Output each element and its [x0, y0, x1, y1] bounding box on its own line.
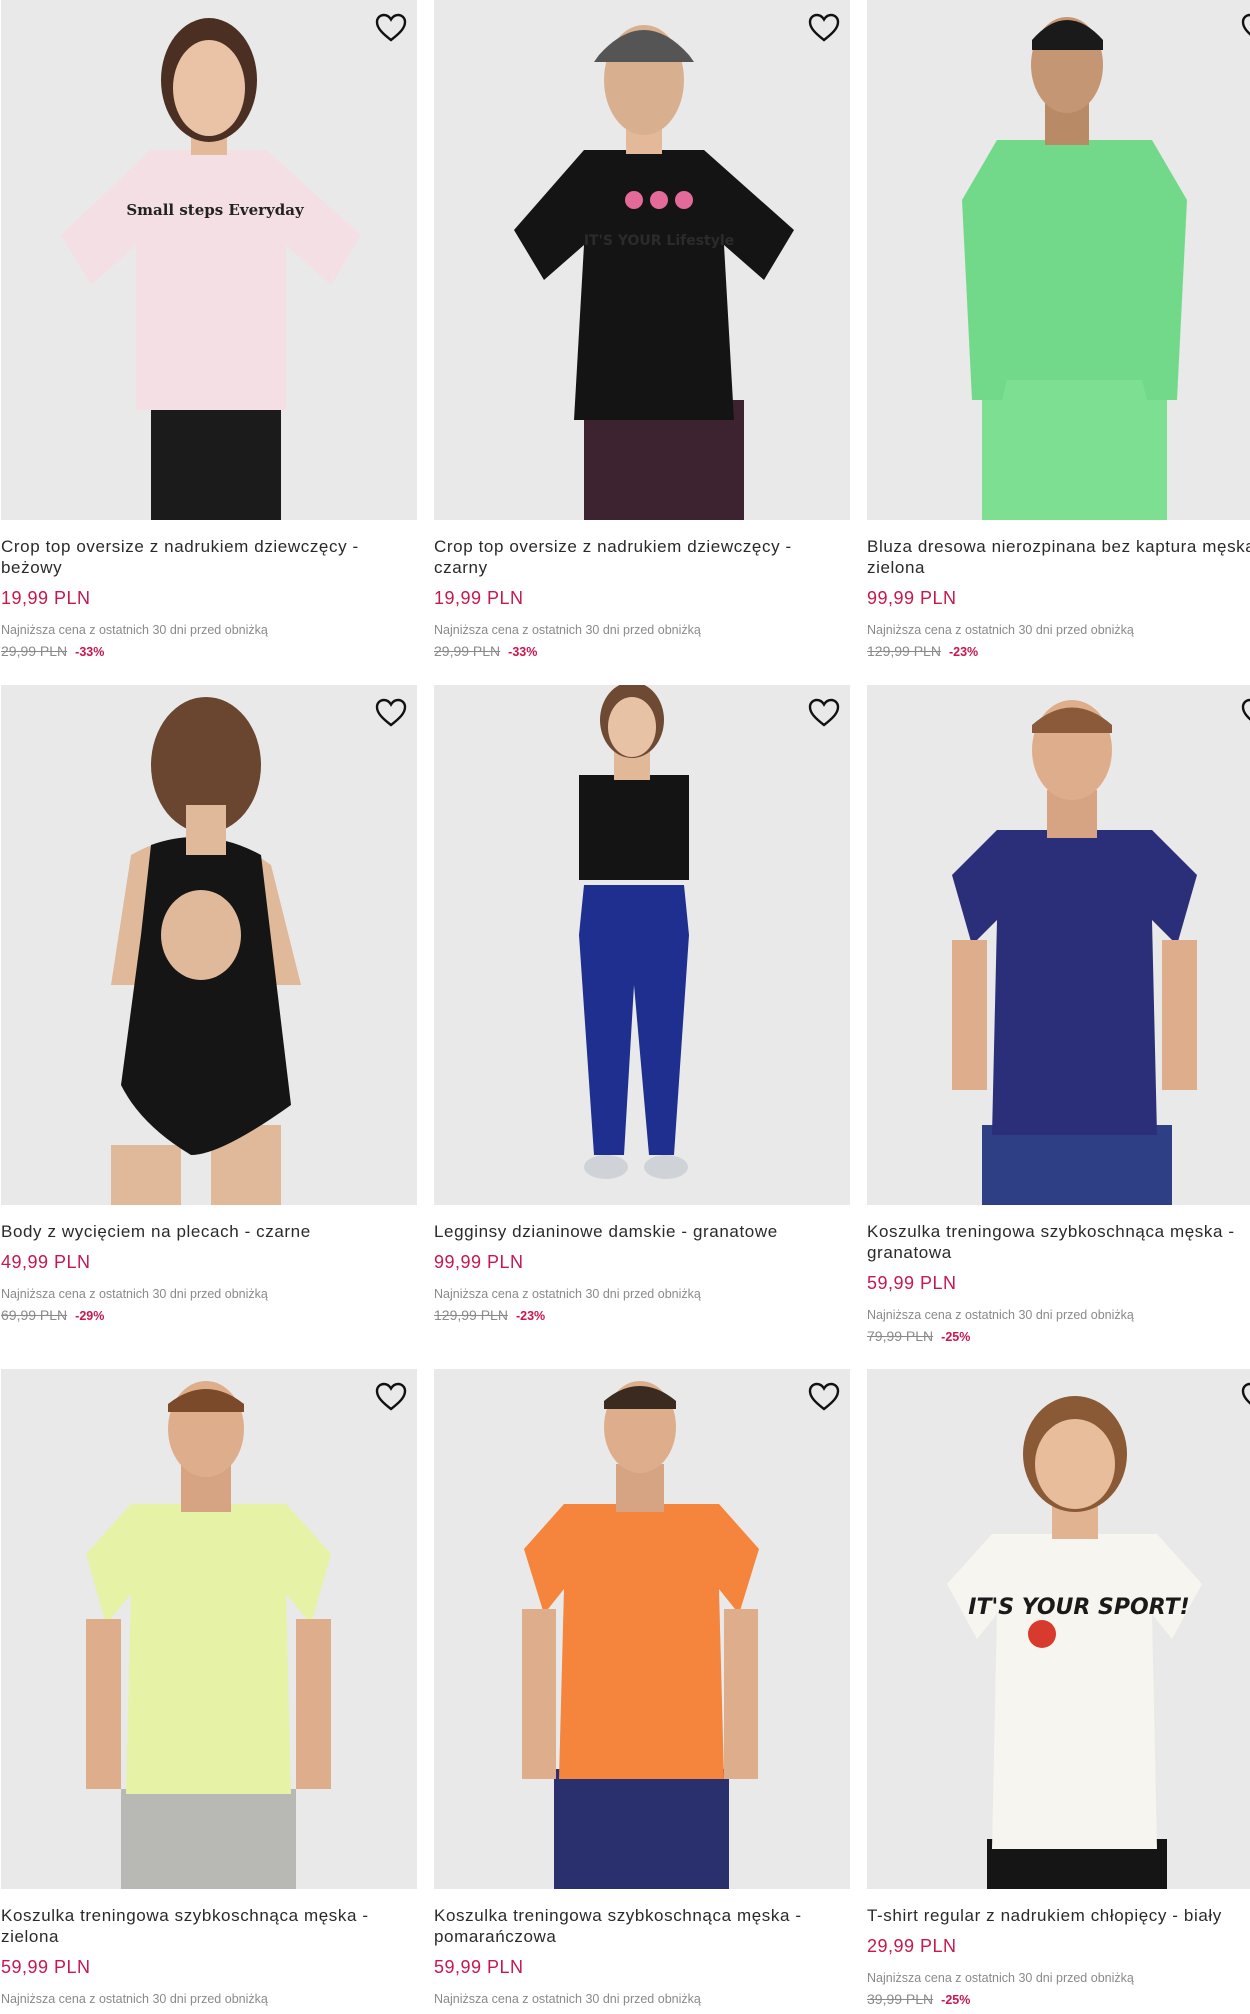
product-photo-man-orange-tshirt — [522, 1381, 759, 1889]
product-photo-woman-navy-leggings — [579, 685, 689, 1179]
product-card[interactable]: Koszulka treningowa szybkoschnąca męska … — [867, 685, 1250, 1346]
lowest-price-label: Najniższa cena z ostatnich 30 dni przed … — [434, 623, 701, 637]
product-name[interactable]: Koszulka treningowa szybkoschnąca męska … — [1, 1905, 417, 1947]
favorite-heart-icon[interactable] — [1239, 10, 1250, 46]
product-photo-woman-black-body — [111, 697, 301, 1205]
previous-price-row: 129,99 PLN -23% — [867, 642, 1250, 661]
product-price: 19,99 PLN — [434, 588, 524, 608]
product-card[interactable]: Body z wycięciem na plecach - czarne 49,… — [1, 685, 417, 1325]
product-card[interactable]: Bluza dresowa nierozpinana bez kaptura m… — [867, 0, 1250, 661]
old-price: 69,99 PLN — [1, 1307, 68, 1323]
discount-badge: -33% — [508, 645, 538, 659]
product-name[interactable]: Koszulka treningowa szybkoschnąca męska … — [434, 1905, 850, 1947]
product-photo-man-navy-tshirt — [952, 700, 1197, 1205]
previous-price-row: 79,99 PLN -25% — [867, 1327, 1250, 1346]
previous-price-row: 29,99 PLN -33% — [1, 642, 417, 661]
old-price: 79,99 PLN — [867, 1328, 934, 1344]
favorite-heart-icon[interactable] — [806, 1379, 842, 1415]
lowest-price-label: Najniższa cena z ostatnich 30 dni przed … — [867, 623, 1134, 637]
product-name[interactable]: T-shirt regular z nadrukiem chłopięcy - … — [867, 1905, 1250, 1926]
previous-price-row: 39,99 PLN -25% — [867, 1990, 1250, 2009]
product-name[interactable]: Body z wycięciem na plecach - czarne — [1, 1221, 417, 1242]
product-price: 19,99 PLN — [1, 588, 91, 608]
favorite-heart-icon[interactable] — [1239, 695, 1250, 731]
product-photo-man-green-sweatshirt — [962, 17, 1187, 520]
previous-price-row: 69,99 PLN -29% — [1, 1306, 417, 1325]
product-image[interactable] — [434, 1369, 850, 1889]
graphic-text: Small steps Everyday — [126, 201, 305, 219]
product-card[interactable]: Koszulka treningowa szybkoschnąca męska … — [434, 1369, 850, 2007]
favorite-heart-icon[interactable] — [373, 1379, 409, 1415]
favorite-heart-icon[interactable] — [806, 10, 842, 46]
product-grid: Small steps Everyday Crop top oversize z… — [0, 0, 1250, 2014]
product-card[interactable]: IT'S YOUR SPORT! T-shirt regular z nadru… — [867, 1369, 1250, 2009]
product-photo-man-lime-tshirt — [86, 1381, 331, 1889]
product-card[interactable]: IT'S YOUR Lifestyle Crop top oversize z … — [434, 0, 850, 661]
favorite-heart-icon[interactable] — [1239, 1379, 1250, 1415]
product-price: 49,99 PLN — [1, 1252, 91, 1272]
product-image[interactable] — [867, 0, 1250, 520]
lowest-price-label: Najniższa cena z ostatnich 30 dni przed … — [1, 623, 268, 637]
lowest-price-label: Najniższa cena z ostatnich 30 dni przed … — [1, 1992, 268, 2006]
lowest-price-label: Najniższa cena z ostatnich 30 dni przed … — [867, 1971, 1134, 1985]
product-price: 59,99 PLN — [434, 1957, 524, 1977]
lowest-price-label: Najniższa cena z ostatnich 30 dni przed … — [1, 1287, 268, 1301]
discount-badge: -23% — [515, 1309, 546, 1323]
favorite-heart-icon[interactable] — [806, 695, 842, 731]
discount-badge: -25% — [941, 1993, 971, 2007]
discount-badge: -23% — [948, 645, 979, 659]
product-image[interactable] — [1, 1369, 417, 1889]
discount-badge: -33% — [75, 645, 105, 659]
favorite-heart-icon[interactable] — [373, 695, 409, 731]
lowest-price-label: Najniższa cena z ostatnich 30 dni przed … — [434, 1992, 701, 2006]
product-price: 59,99 PLN — [1, 1957, 91, 1977]
product-photo-boy-white-tshirt: IT'S YOUR SPORT! — [947, 1396, 1202, 1889]
product-image[interactable]: IT'S YOUR Lifestyle — [434, 0, 850, 520]
product-price: 59,99 PLN — [867, 1273, 957, 1293]
product-name[interactable]: Crop top oversize z nadrukiem dziewczęcy… — [1, 536, 417, 578]
product-price: 99,99 PLN — [434, 1252, 524, 1272]
product-image[interactable]: Small steps Everyday — [1, 0, 417, 520]
previous-price-row: 129,99 PLN -23% — [434, 1306, 850, 1325]
product-image[interactable] — [434, 685, 850, 1205]
favorite-heart-icon[interactable] — [373, 10, 409, 46]
discount-badge: -29% — [75, 1309, 105, 1323]
product-card[interactable]: Small steps Everyday Crop top oversize z… — [1, 0, 417, 661]
lowest-price-label: Najniższa cena z ostatnich 30 dni przed … — [867, 1308, 1134, 1322]
product-card[interactable]: Koszulka treningowa szybkoschnąca męska … — [1, 1369, 417, 2007]
product-photo-girl-black-tshirt: IT'S YOUR Lifestyle — [514, 25, 794, 520]
product-price: 29,99 PLN — [867, 1936, 957, 1956]
graphic-text: IT'S YOUR SPORT! — [968, 1595, 1189, 1620]
product-name[interactable]: Crop top oversize z nadrukiem dziewczęcy… — [434, 536, 850, 578]
product-name[interactable]: Koszulka treningowa szybkoschnąca męska … — [867, 1221, 1250, 1263]
product-image[interactable] — [867, 685, 1250, 1205]
product-card[interactable]: Legginsy dzianinowe damskie - granatowe … — [434, 685, 850, 1325]
product-photo-girl-pink-tshirt: Small steps Everyday — [61, 18, 361, 520]
old-price: 129,99 PLN — [867, 643, 941, 659]
previous-price-row: 29,99 PLN -33% — [434, 642, 850, 661]
old-price: 29,99 PLN — [1, 643, 68, 659]
product-image[interactable] — [1, 685, 417, 1205]
product-image[interactable]: IT'S YOUR SPORT! — [867, 1369, 1250, 1889]
lowest-price-label: Najniższa cena z ostatnich 30 dni przed … — [434, 1287, 701, 1301]
old-price: 129,99 PLN — [434, 1307, 508, 1323]
product-price: 99,99 PLN — [867, 588, 957, 608]
old-price: 29,99 PLN — [434, 643, 501, 659]
old-price: 39,99 PLN — [867, 1991, 934, 2007]
product-name[interactable]: Legginsy dzianinowe damskie - granatowe — [434, 1221, 850, 1242]
graphic-text: IT'S YOUR Lifestyle — [584, 233, 734, 249]
discount-badge: -25% — [941, 1330, 971, 1344]
product-name[interactable]: Bluza dresowa nierozpinana bez kaptura m… — [867, 536, 1250, 578]
